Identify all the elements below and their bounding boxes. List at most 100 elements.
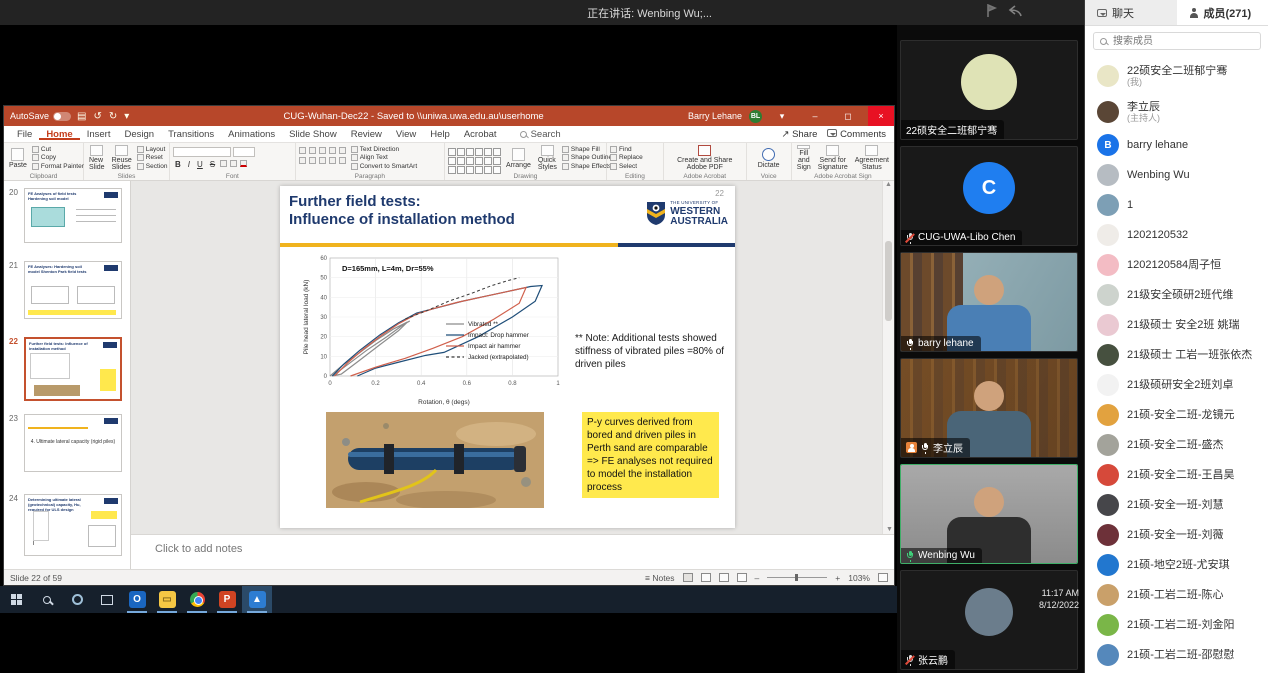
video-tile[interactable]: barry lehane — [900, 252, 1078, 352]
char-spacing-icon[interactable] — [220, 160, 227, 167]
fit-to-window-icon[interactable] — [878, 573, 888, 582]
ribbon-search[interactable]: Search — [520, 129, 561, 140]
arrange-button[interactable]: Arrange — [504, 145, 533, 171]
layout-button[interactable]: Layout — [137, 146, 168, 153]
copy-button[interactable]: Copy — [32, 154, 84, 161]
zoom-level[interactable]: 103% — [848, 573, 870, 583]
align-left-icon[interactable] — [299, 157, 306, 164]
video-tile[interactable]: 22硕安全二班郁宁骞 — [900, 40, 1078, 140]
member-row[interactable]: 1 — [1085, 190, 1268, 220]
slide-canvas[interactable]: Further field tests: Influence of instal… — [280, 186, 735, 528]
scrollbar-thumb[interactable] — [885, 241, 892, 321]
ribbon-tab-view[interactable]: View — [389, 129, 423, 140]
indent-increase-icon[interactable] — [329, 147, 336, 154]
redo-icon[interactable]: ↻ — [109, 111, 117, 122]
send-signature-button[interactable]: Send for Signature — [816, 145, 850, 171]
slideshow-icon[interactable] — [737, 573, 747, 582]
bullets-icon[interactable] — [299, 147, 306, 154]
notes-pane[interactable]: Click to add notes — [131, 534, 894, 571]
task-view-taskbar-icon[interactable] — [92, 586, 122, 613]
find-button[interactable]: Find — [610, 146, 643, 153]
member-row[interactable]: Bbarry lehane — [1085, 130, 1268, 160]
comments-button[interactable]: Comments — [827, 129, 886, 140]
replace-button[interactable]: Replace — [610, 154, 643, 161]
vertical-scrollbar[interactable]: ▲▼ — [882, 181, 894, 534]
save-icon[interactable]: ▤ — [77, 111, 86, 122]
slide-thumbnail-20[interactable]: FE Analyses of field tests Hardening soi… — [24, 188, 122, 243]
zoom-in-button[interactable]: + — [835, 573, 840, 583]
text-direction-button[interactable]: Text Direction — [351, 146, 417, 153]
slide-thumbnail-24[interactable]: Determining ultimate lateral (geotechnic… — [24, 494, 122, 556]
member-row[interactable]: 21硕-安全一班-刘慧 — [1085, 490, 1268, 520]
dictate-button[interactable]: Dictate — [750, 145, 788, 171]
ribbon-tab-animations[interactable]: Animations — [221, 129, 282, 140]
member-row[interactable]: 21硕-工岩二班-陈心 — [1085, 580, 1268, 610]
ribbon-tab-acrobat[interactable]: Acrobat — [457, 129, 504, 140]
ribbon-tab-slide-show[interactable]: Slide Show — [282, 129, 344, 140]
paste-button[interactable]: Paste — [7, 145, 29, 171]
member-row[interactable]: 1202120584周子恒 — [1085, 250, 1268, 280]
flag-icon[interactable] — [985, 4, 1001, 18]
member-row[interactable]: 21级硕研安全2班刘卓 — [1085, 370, 1268, 400]
quick-styles-button[interactable]: Quick Styles — [536, 145, 559, 171]
search-taskbar-icon[interactable] — [32, 586, 62, 613]
slide-sorter-icon[interactable] — [701, 573, 711, 582]
outlook-taskbar-icon[interactable]: O — [122, 586, 152, 613]
shape-effects-button[interactable]: Shape Effects — [562, 163, 612, 170]
chrome-taskbar-icon[interactable] — [182, 586, 212, 613]
member-row[interactable]: 21级安全硕研2班代维 — [1085, 280, 1268, 310]
share-button[interactable]: ↗ Share — [781, 129, 817, 140]
member-row[interactable]: 21硕-地空2班-尤安琪 — [1085, 550, 1268, 580]
member-row[interactable]: 21硕-工岩二班-邵慰慰 — [1085, 640, 1268, 670]
member-row[interactable]: 21硕-安全一班-刘薇 — [1085, 520, 1268, 550]
shape-fill-button[interactable]: Shape Fill — [562, 146, 612, 153]
reply-arrow-icon[interactable] — [1008, 4, 1024, 18]
ribbon-tab-insert[interactable]: Insert — [80, 129, 118, 140]
member-search[interactable] — [1093, 32, 1261, 50]
fill-sign-button[interactable]: Fill and Sign — [795, 145, 813, 171]
undo-icon[interactable]: ↺ — [93, 111, 101, 122]
reuse-slides-button[interactable]: Reuse Slides — [110, 145, 134, 171]
video-tile[interactable]: Wenbing Wu — [900, 464, 1078, 564]
close-button[interactable]: × — [868, 106, 894, 126]
video-tile[interactable]: 李立辰 — [900, 358, 1078, 458]
slide-thumbnail-21[interactable]: FE Analyses: Hardening soil model Shento… — [24, 261, 122, 319]
line-spacing-icon[interactable] — [339, 147, 346, 154]
slide-thumbnail-23[interactable]: 4. Ultimate lateral capacity (rigid pile… — [24, 414, 122, 472]
format-painter-button[interactable]: Format Painter — [32, 163, 84, 170]
file-explorer-taskbar-icon[interactable]: ▭ — [152, 586, 182, 613]
ribbon-tab-file[interactable]: File — [10, 129, 39, 140]
member-row[interactable]: 李立辰(主持人) — [1085, 94, 1268, 130]
font-color-icon[interactable] — [240, 160, 247, 167]
member-row[interactable]: 21硕-安全二班-龙镜元 — [1085, 400, 1268, 430]
customize-qat-icon[interactable]: ▾ — [124, 111, 129, 122]
align-center-icon[interactable] — [309, 157, 316, 164]
search-input[interactable] — [1111, 35, 1241, 48]
tab-chat[interactable]: 聊天 — [1085, 0, 1177, 25]
meeting-active-taskbar-icon[interactable]: ▲ — [242, 586, 272, 613]
zoom-slider[interactable] — [767, 577, 827, 578]
powerpoint-taskbar-icon[interactable]: P — [212, 586, 242, 613]
justify-icon[interactable] — [329, 157, 336, 164]
numbering-icon[interactable] — [309, 147, 316, 154]
reset-button[interactable]: Reset — [137, 154, 168, 161]
create-pdf-button[interactable]: Create and Share Adobe PDF — [667, 145, 743, 171]
user-avatar[interactable]: BL — [749, 110, 762, 123]
member-row[interactable]: Wenbing Wu — [1085, 160, 1268, 190]
align-text-button[interactable]: Align Text — [351, 154, 417, 161]
agreement-status-button[interactable]: Agreement Status — [853, 145, 891, 171]
ribbon-options-icon[interactable]: ▾ — [769, 106, 795, 126]
strikethrough-button[interactable]: S — [208, 160, 217, 169]
columns-icon[interactable] — [339, 157, 346, 164]
italic-button[interactable]: I — [186, 160, 192, 169]
member-row[interactable]: 21硕-安全二班-盛杰 — [1085, 430, 1268, 460]
member-row[interactable]: 22硕安全二班郁宁骞(我) — [1085, 58, 1268, 94]
font-name-select[interactable] — [173, 147, 231, 157]
align-right-icon[interactable] — [319, 157, 326, 164]
member-row[interactable]: 21级硕士 安全2班 姚瑞 — [1085, 310, 1268, 340]
notes-toggle-button[interactable]: ≡ Notes — [645, 573, 675, 583]
tab-members[interactable]: 成员(271) — [1177, 0, 1268, 25]
smartart-button[interactable]: Convert to SmartArt — [351, 163, 417, 170]
new-slide-button[interactable]: New Slide — [87, 145, 107, 171]
video-tile[interactable]: 张云鹏 — [900, 570, 1078, 670]
